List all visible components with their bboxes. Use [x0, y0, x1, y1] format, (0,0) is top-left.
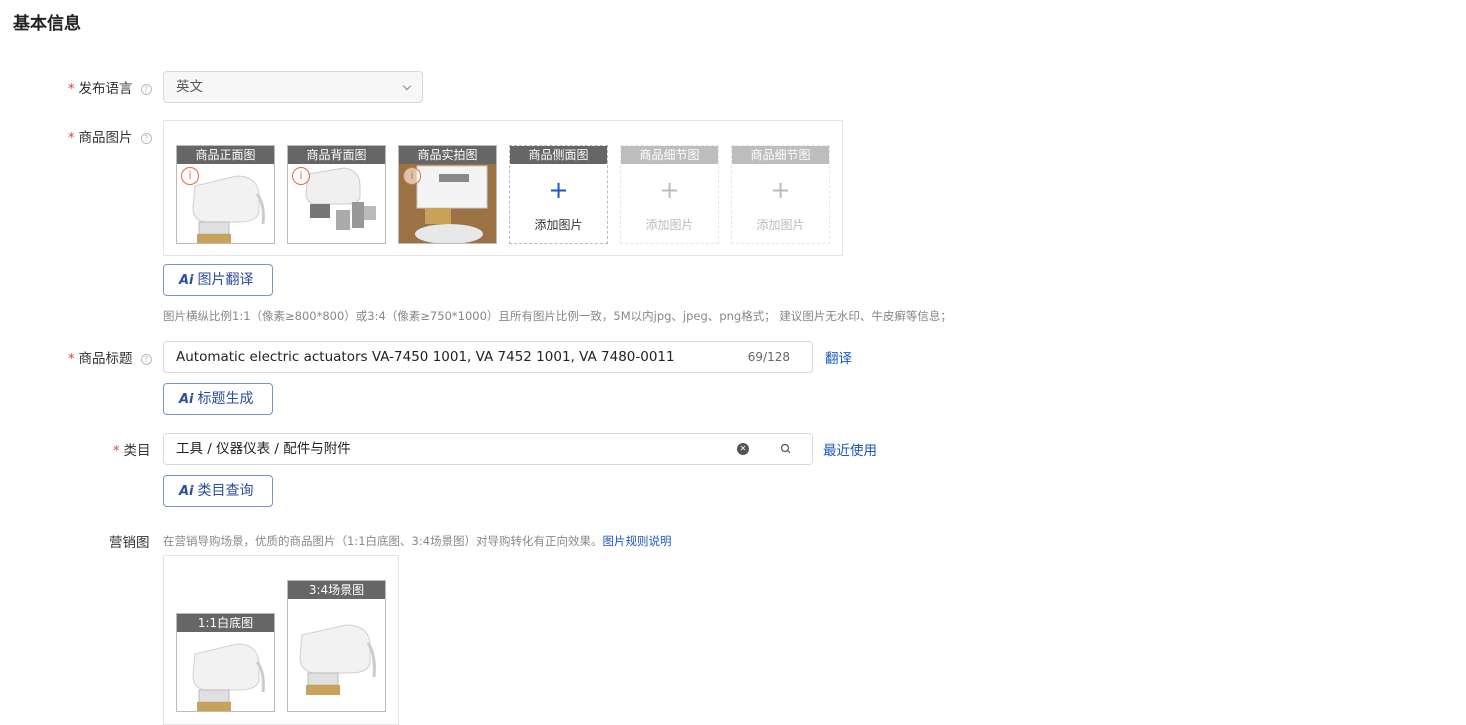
plus-icon: +	[548, 176, 569, 204]
images-label: * 商品图片?	[68, 126, 152, 146]
image-slot-front[interactable]: 商品正面图 i	[176, 145, 275, 244]
section-title: 基本信息	[13, 14, 81, 34]
image-slot-real[interactable]: 商品实拍图 i	[398, 145, 497, 244]
category-input[interactable]: 工具 / 仪器仪表 / 配件与附件 ✕	[163, 433, 760, 465]
info-icon[interactable]: i	[181, 167, 199, 185]
marketing-images-box: 1:1白底图 3:4场景图	[163, 555, 399, 725]
category-search-button[interactable]	[759, 433, 813, 465]
title-input[interactable]: Automatic electric actuators VA-7450 100…	[163, 341, 813, 373]
char-counter: 69/128	[747, 350, 790, 364]
ai-icon: Ai	[179, 484, 194, 499]
chevron-down-icon	[402, 81, 412, 91]
image-slot-back[interactable]: 商品背面图 i	[287, 145, 386, 244]
help-icon[interactable]: ?	[140, 84, 152, 95]
category-query-button[interactable]: Ai 类目查询	[163, 475, 273, 507]
search-icon	[780, 443, 791, 454]
info-icon[interactable]: i	[292, 167, 310, 185]
language-select[interactable]: 英文	[163, 71, 423, 103]
ai-icon: Ai	[179, 392, 194, 407]
image-rules-link[interactable]: 图片规则说明	[603, 534, 672, 548]
recent-use-link[interactable]: 最近使用	[823, 439, 877, 459]
image-slot-detail-upload[interactable]: 商品细节图 + 添加图片	[620, 145, 719, 244]
translate-link[interactable]: 翻译	[825, 347, 852, 367]
marketing-slot-square[interactable]: 1:1白底图	[176, 613, 275, 712]
image-slot-detail-upload[interactable]: 商品细节图 + 添加图片	[731, 145, 830, 244]
help-icon[interactable]: ?	[140, 354, 152, 365]
clear-icon[interactable]: ✕	[737, 443, 749, 455]
marketing-label: 营销图	[109, 535, 150, 551]
image-translate-button[interactable]: Ai 图片翻译	[163, 264, 273, 296]
image-hint: 图片横纵比例1:1（像素≥800*800）或3:4（像素≥750*1000）且所…	[163, 309, 952, 323]
info-icon[interactable]: i	[403, 167, 421, 185]
marketing-slot-scene[interactable]: 3:4场景图	[287, 580, 386, 712]
plus-icon: +	[770, 176, 791, 204]
ai-icon: Ai	[179, 273, 194, 288]
plus-icon: +	[659, 176, 680, 204]
product-image	[177, 632, 274, 711]
image-slot-side-upload[interactable]: 商品侧面图 + 添加图片	[509, 145, 608, 244]
product-images-box: 商品正面图 i 商品背面图 i 商品实拍图 i 商品侧面图 + 添加图片 商品细…	[163, 120, 843, 256]
product-image	[288, 599, 385, 711]
language-label: * 发布语言?	[68, 77, 152, 97]
marketing-hint: 在营销导购场景，优质的商品图片（1:1白底图、3:4场景图）对导购转化有正向效果…	[163, 534, 672, 548]
title-generate-button[interactable]: Ai 标题生成	[163, 383, 273, 415]
title-label: * 商品标题?	[68, 347, 152, 367]
category-label: * 类目	[113, 443, 151, 459]
help-icon[interactable]: ?	[140, 133, 152, 144]
